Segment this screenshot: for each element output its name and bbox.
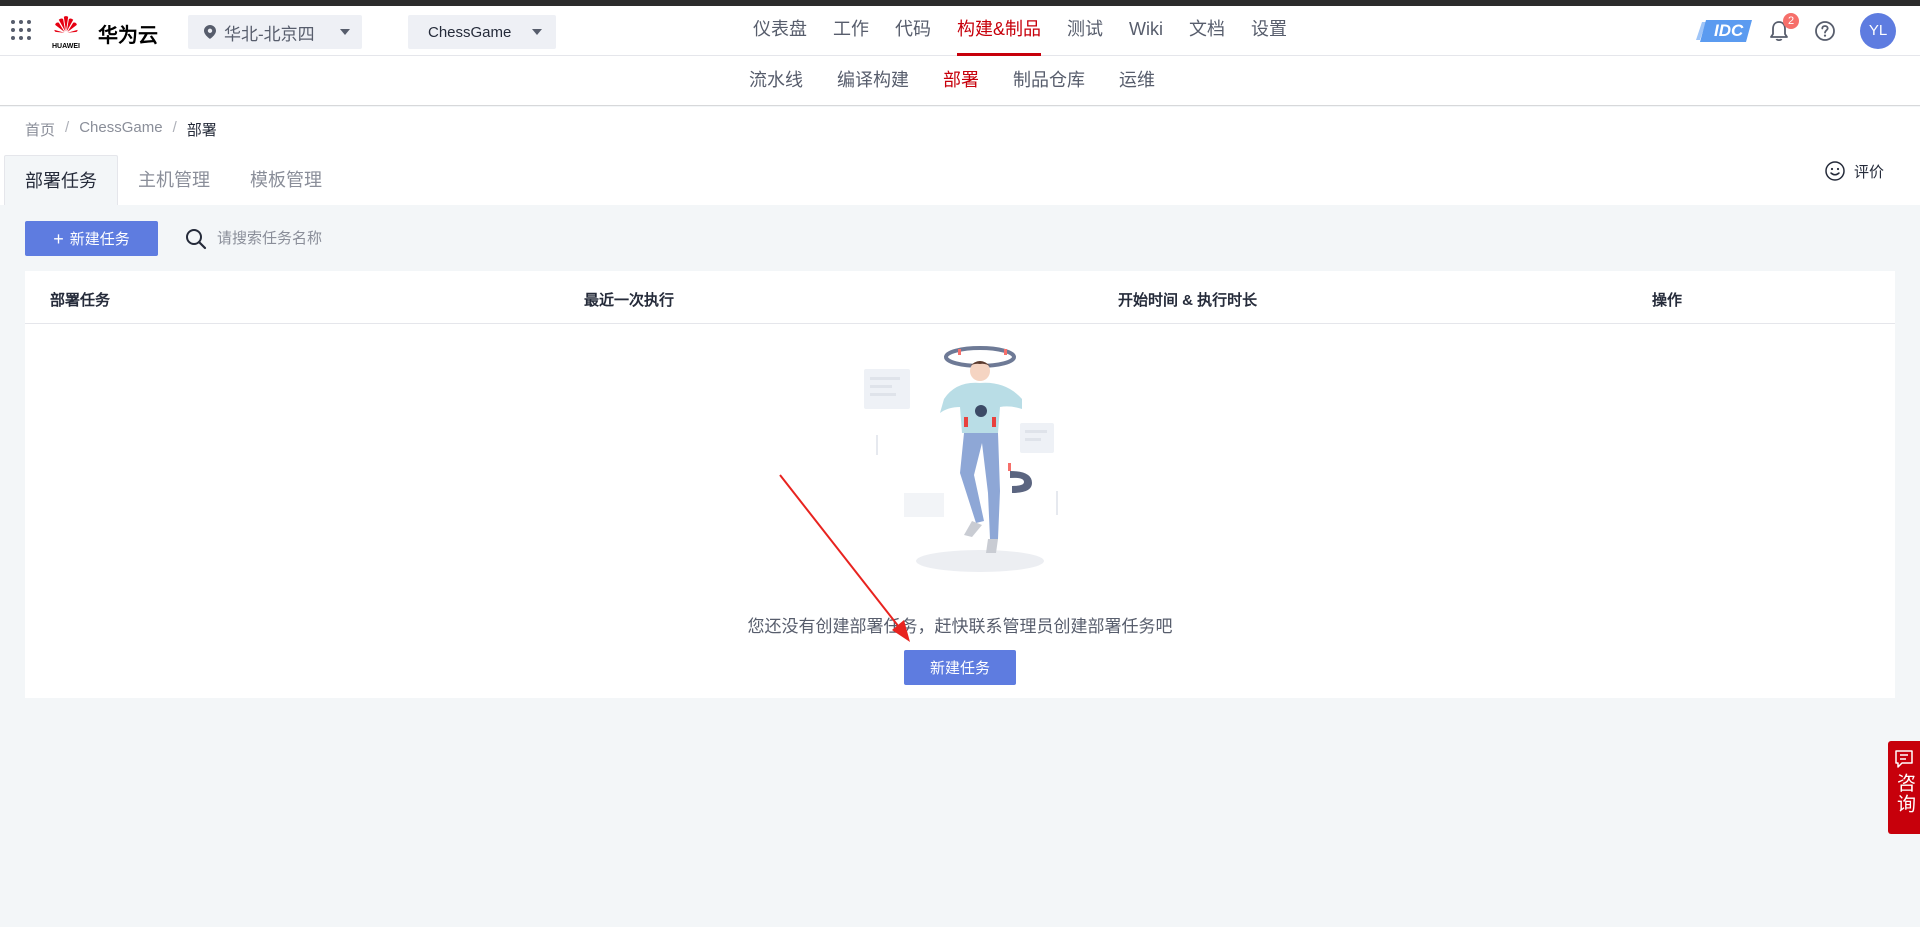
notification-count-badge: 2 bbox=[1783, 13, 1799, 29]
feedback-button[interactable]: 评价 bbox=[1824, 160, 1884, 182]
main-menu: 仪表盘 工作 代码 构建&制品 测试 Wiki 文档 设置 bbox=[740, 6, 1300, 56]
breadcrumb-separator: / bbox=[172, 119, 177, 136]
menu-item-build-artifacts[interactable]: 构建&制品 bbox=[944, 6, 1054, 56]
top-navbar: HUAWEI 华为云 华北-北京四 ChessGame 仪表盘 工作 代码 构建… bbox=[0, 6, 1920, 56]
breadcrumb-separator: / bbox=[65, 119, 70, 136]
menu-item-settings[interactable]: 设置 bbox=[1238, 6, 1300, 56]
new-task-button[interactable]: + 新建任务 bbox=[25, 221, 158, 256]
brand-name[interactable]: 华为云 bbox=[98, 19, 158, 48]
chat-bubble-icon bbox=[1895, 750, 1913, 768]
project-label: ChessGame bbox=[428, 23, 512, 41]
plus-icon: + bbox=[53, 228, 64, 249]
tab-bar: 部署任务 主机管理 模板管理 bbox=[4, 155, 342, 205]
search-input[interactable] bbox=[217, 230, 467, 247]
column-header-actions: 操作 bbox=[1652, 292, 1683, 309]
subnav-item-artifact-repo[interactable]: 制品仓库 bbox=[996, 56, 1102, 106]
tab-template-management[interactable]: 模板管理 bbox=[230, 155, 342, 205]
consult-label: 咨询 bbox=[1894, 773, 1915, 815]
tab-host-management[interactable]: 主机管理 bbox=[118, 155, 230, 205]
table-header: 部署任务 最近一次执行 开始时间 & 执行时长 操作 bbox=[25, 271, 1895, 324]
menu-item-work[interactable]: 工作 bbox=[820, 6, 882, 56]
menu-item-code[interactable]: 代码 bbox=[882, 6, 944, 56]
column-header-task: 部署任务 bbox=[50, 292, 111, 309]
menu-item-docs[interactable]: 文档 bbox=[1176, 6, 1238, 56]
sub-navbar: 流水线 编译构建 部署 制品仓库 运维 bbox=[0, 56, 1920, 106]
idc-badge-text: IDC bbox=[1714, 21, 1744, 40]
location-pin-icon bbox=[204, 25, 216, 39]
menu-item-dashboard[interactable]: 仪表盘 bbox=[740, 6, 820, 56]
consult-widget[interactable]: 咨询 bbox=[1888, 741, 1920, 834]
breadcrumb-current: 部署 bbox=[186, 122, 217, 139]
menu-item-wiki[interactable]: Wiki bbox=[1116, 6, 1176, 56]
user-avatar[interactable]: YL bbox=[1860, 13, 1896, 49]
new-task-label: 新建任务 bbox=[69, 231, 130, 248]
tab-deploy-tasks[interactable]: 部署任务 bbox=[4, 155, 118, 205]
region-selector[interactable]: 华北-北京四 bbox=[188, 15, 362, 49]
empty-state-new-task-button[interactable]: 新建任务 bbox=[904, 650, 1016, 685]
empty-state-illustration bbox=[864, 346, 1058, 572]
subnav-item-pipeline[interactable]: 流水线 bbox=[732, 56, 820, 106]
menu-item-test[interactable]: 测试 bbox=[1054, 6, 1116, 56]
app-grid-icon[interactable] bbox=[10, 19, 32, 41]
chevron-down-icon bbox=[532, 29, 542, 35]
subnav-item-operations[interactable]: 运维 bbox=[1102, 56, 1172, 106]
column-header-last-run: 最近一次执行 bbox=[584, 292, 675, 309]
region-label: 华北-北京四 bbox=[224, 24, 315, 44]
sub-menu: 流水线 编译构建 部署 制品仓库 运维 bbox=[732, 56, 1172, 106]
page-header-area: 首页 / ChessGame / 部署 部署任务 主机管理 模板管理 评价 bbox=[0, 107, 1920, 205]
breadcrumb-project[interactable]: ChessGame bbox=[79, 119, 162, 140]
project-selector[interactable]: ChessGame bbox=[408, 15, 556, 49]
chevron-down-icon bbox=[340, 29, 350, 35]
search-icon[interactable] bbox=[185, 228, 207, 250]
huawei-flower-icon bbox=[54, 16, 78, 33]
column-header-start-duration: 开始时间 & 执行时长 bbox=[1118, 292, 1258, 309]
subnav-item-deploy[interactable]: 部署 bbox=[926, 56, 996, 106]
empty-state-message: 您还没有创建部署任务，赶快联系管理员创建部署任务吧 bbox=[747, 617, 1173, 636]
huawei-logo[interactable]: HUAWEI bbox=[48, 14, 84, 50]
subnav-item-compile-build[interactable]: 编译构建 bbox=[820, 56, 926, 106]
help-icon[interactable] bbox=[1814, 20, 1836, 42]
deploy-task-table: 部署任务 最近一次执行 开始时间 & 执行时长 操作 您还没有创建部署任务，赶快… bbox=[25, 271, 1895, 698]
idc-badge[interactable]: IDC bbox=[1692, 16, 1754, 46]
breadcrumb: 首页 / ChessGame / 部署 bbox=[25, 119, 217, 140]
task-search bbox=[185, 221, 467, 256]
feedback-label: 评价 bbox=[1854, 163, 1885, 181]
breadcrumb-home[interactable]: 首页 bbox=[25, 119, 55, 140]
logo-caption: HUAWEI bbox=[52, 43, 80, 50]
smiley-icon bbox=[1825, 161, 1845, 181]
